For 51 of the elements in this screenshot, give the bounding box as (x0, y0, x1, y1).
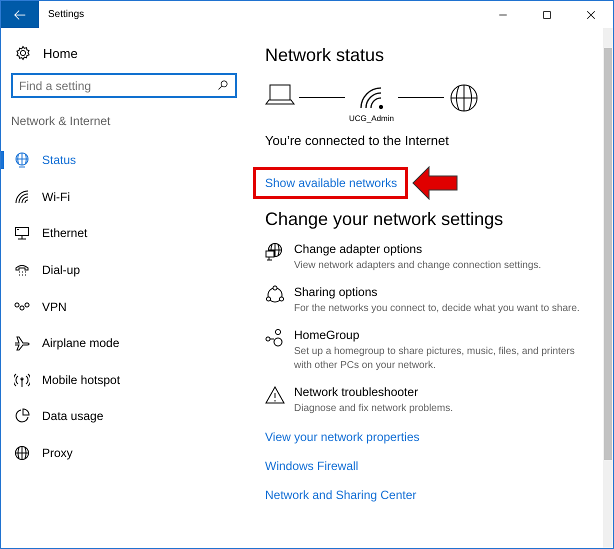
setting-title[interactable]: Sharing options (294, 285, 580, 299)
connection-status: You’re connected to the Internet (265, 133, 450, 148)
home-link[interactable]: Home (15, 45, 251, 61)
setting-description: View network adapters and change connection settings. (294, 259, 542, 273)
wifi-icon (14, 188, 30, 205)
setting-title[interactable]: Network troubleshooter (294, 385, 453, 399)
sidebar-item[interactable]: Airplane mode (1, 324, 251, 362)
back-button[interactable] (1, 1, 39, 28)
search-field[interactable]: Find a setting (11, 73, 237, 98)
show-networks-link[interactable]: Show available networks (265, 176, 398, 190)
sidebar-item[interactable]: Mobile hotspot (1, 362, 251, 398)
sidebar-item[interactable]: Wi-Fi (1, 178, 251, 216)
sharing-icon (265, 285, 285, 305)
scrollbar[interactable] (603, 28, 613, 548)
warning-icon (265, 385, 285, 405)
settings-link[interactable]: Network and Sharing Center (265, 488, 603, 502)
setting-description: Diagnose and fix network problems. (294, 402, 453, 416)
section-heading: Change your network settings (265, 209, 504, 230)
settings-link[interactable]: View your network properties (265, 430, 603, 444)
adapter-icon (265, 242, 285, 262)
network-name: UCG_Admin (349, 114, 394, 123)
maximize-icon (541, 8, 553, 20)
sidebar-item[interactable]: VPN (1, 288, 251, 325)
globe-icon (14, 445, 30, 462)
settings-icon (15, 45, 31, 61)
phone-icon (14, 262, 30, 278)
globe-icon (448, 82, 480, 114)
laptop-icon (265, 82, 295, 106)
hotspot-icon (14, 372, 30, 388)
setting-description: Set up a homegroup to share pictures, music, files, and printers with other PCs on your network. (294, 345, 576, 373)
setting-title[interactable]: HomeGroup (294, 328, 585, 342)
sidebar-item[interactable]: Data usage (1, 398, 251, 435)
window-title: Settings (48, 9, 86, 20)
pointer-arrow-icon (412, 166, 458, 200)
sidebar-item[interactable]: Dial-up (1, 252, 251, 288)
monitor-icon (14, 225, 30, 242)
search-icon (217, 79, 229, 91)
page-heading: Network status (265, 45, 386, 66)
section-heading: Network & Internet (11, 114, 112, 128)
sidebar-item[interactable]: Status (1, 142, 251, 179)
sidebar-item[interactable]: Proxy (1, 434, 251, 472)
globe-icon (14, 152, 30, 168)
setting-description: For the networks you connect to, decide what you want to share. (294, 302, 580, 316)
close-icon (585, 8, 597, 20)
homegroup-icon (265, 328, 285, 348)
airplane-icon (14, 335, 30, 352)
settings-link[interactable]: Windows Firewall (265, 459, 603, 473)
back-arrow-icon (13, 8, 27, 22)
sidebar-item[interactable]: Ethernet (1, 215, 251, 252)
setting-title[interactable]: Change adapter options (294, 242, 542, 256)
pie-chart-icon (14, 408, 30, 424)
